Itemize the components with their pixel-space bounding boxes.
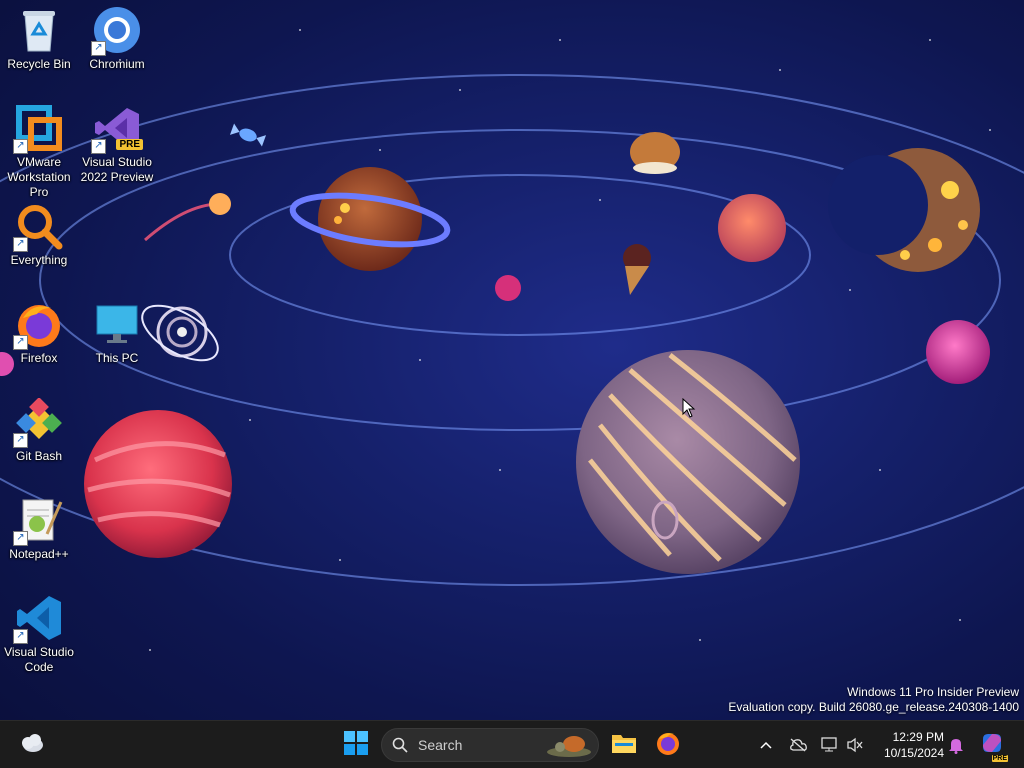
desktop-icon-label: Visual Studio 2022 Preview [80,155,154,184]
desktop-icon-visual-studio-2022-preview[interactable]: PRE ↗ Visual Studio 2022 Preview [78,104,156,185]
taskbar-clock[interactable]: 12:29 PM 10/15/2024 [872,729,944,761]
shortcut-arrow-icon: ↗ [13,237,28,252]
windows-start-icon [344,730,368,760]
vmware-icon: ↗ [13,104,63,154]
firefox-icon [655,730,681,761]
desktop-icon-git-bash[interactable]: ↗ Git Bash [0,398,78,464]
git-bash-icon: ↗ [13,398,63,448]
firefox-icon: ↗ [13,300,63,350]
network-icon[interactable] [820,735,840,755]
search-icon [392,737,408,758]
taskbar-file-explorer[interactable] [604,725,644,765]
mouse-pointer-icon [682,397,696,423]
desktop-icon-visual-studio-code[interactable]: ↗ Visual Studio Code [0,594,78,675]
notepad-plus-plus-icon: ↗ [13,496,63,546]
desktop-icon-label: Recycle Bin [7,57,71,71]
show-hidden-icons-chevron-up-icon[interactable] [756,735,776,755]
desktop-icon-label: Firefox [20,351,58,365]
desktop-icon-label: Git Bash [15,449,63,463]
desktop-icon-recycle-bin[interactable]: Recycle Bin [0,6,78,72]
desktop-icon-chromium[interactable]: ↗ Chromium [78,6,156,72]
shortcut-arrow-icon: ↗ [13,531,28,546]
shortcut-arrow-icon: ↗ [91,41,106,56]
desktop-icon-label: Notepad++ [9,547,69,561]
desktop-icon-notepad-plus-plus[interactable]: ↗ Notepad++ [0,496,78,562]
shortcut-arrow-icon: ↗ [13,629,28,644]
copilot-button[interactable]: PRE [972,725,1012,765]
desktop-icon-firefox[interactable]: ↗ Firefox [0,300,78,366]
search-highlight-illustration-icon [546,732,592,763]
weather-cloud-icon [19,732,45,759]
desktop-icon-vmware-workstation-pro[interactable]: ↗ VMware Workstation Pro [0,104,78,200]
taskbar: Search 12:29 PM 10/15/2024 PRE [0,720,1024,768]
vscode-icon: ↗ [13,594,63,644]
taskbar-search-box[interactable]: Search [381,728,599,762]
shortcut-arrow-icon: ↗ [13,139,28,154]
shortcut-arrow-icon: ↗ [13,433,28,448]
clock-date: 10/15/2024 [883,746,944,760]
desktop-icon-everything[interactable]: ↗ Everything [0,202,78,268]
onedrive-cloud-offline-icon[interactable] [788,735,808,755]
watermark-line-2: Evaluation copy. Build 26080.ge_release.… [728,700,1019,714]
everything-search-icon: ↗ [13,202,63,252]
desktop-icon-label: Chromium [89,57,145,71]
desktop-icon-this-pc[interactable]: This PC [78,300,156,366]
start-button[interactable] [336,725,376,765]
evaluation-watermark: Windows 11 Pro Insider Preview Evaluatio… [728,685,1019,715]
copilot-preview-badge: PRE [991,754,1008,762]
desktop-icon-label: This PC [95,351,139,365]
preview-badge: PRE [116,139,143,150]
volume-muted-icon[interactable] [845,735,865,755]
chromium-icon: ↗ [91,6,141,56]
shortcut-arrow-icon: ↗ [13,335,28,350]
search-label: Search [418,737,463,753]
visual-studio-icon: PRE ↗ [91,104,143,154]
recycle-bin-icon [15,6,63,54]
desktop-icon-label: Visual Studio Code [4,645,74,674]
shortcut-arrow-icon: ↗ [91,139,106,154]
file-explorer-icon [611,732,637,759]
clock-time: 12:29 PM [892,730,944,744]
taskbar-firefox[interactable] [648,725,688,765]
desktop-icon-label: Everything [10,253,68,267]
computer-monitor-icon [93,300,141,348]
notification-bell-icon[interactable] [946,735,966,755]
watermark-line-1: Windows 11 Pro Insider Preview [847,685,1019,699]
desktop-icon-label: VMware Workstation Pro [7,155,71,199]
widgets-button[interactable] [12,725,52,765]
copilot-icon: PRE [980,731,1008,762]
